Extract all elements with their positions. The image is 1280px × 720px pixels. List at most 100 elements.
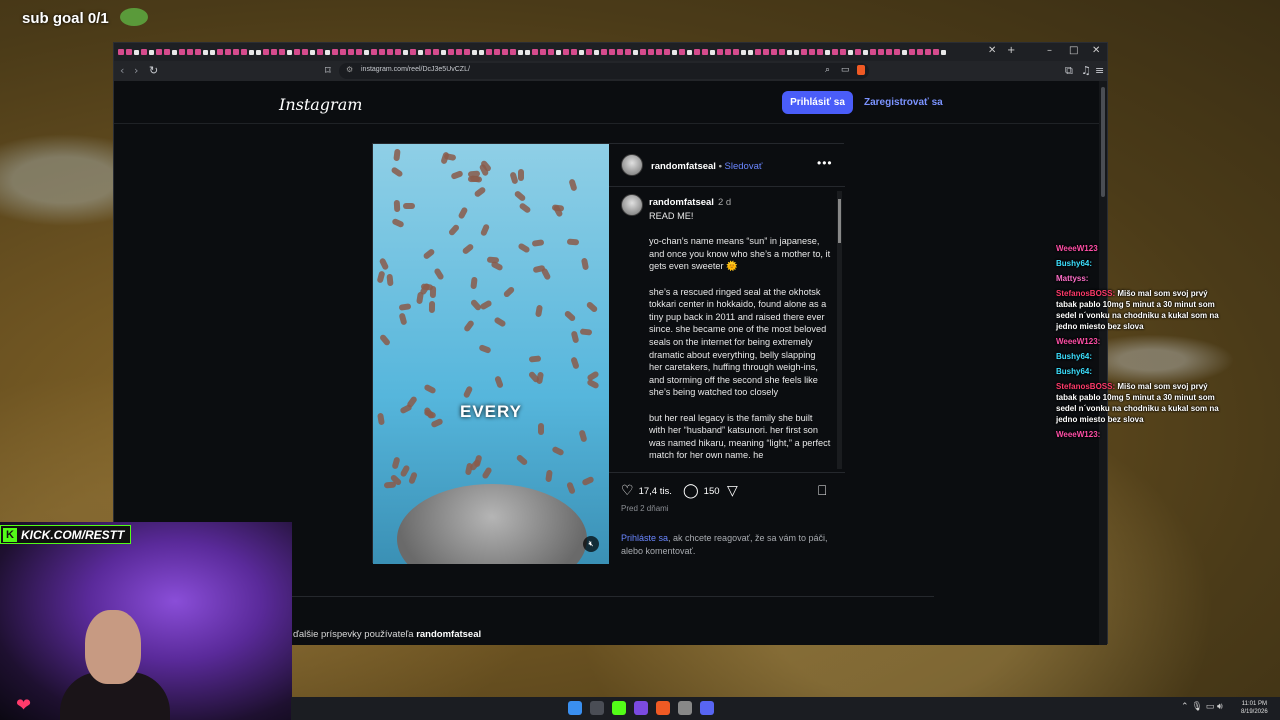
tab-favicon-icon[interactable] bbox=[571, 49, 577, 55]
extensions-icon[interactable]: ⧉ bbox=[1065, 64, 1073, 78]
new-tab-icon[interactable]: + bbox=[1007, 45, 1015, 56]
tab-favicon-icon[interactable] bbox=[902, 49, 907, 55]
tab-favicon-icon[interactable] bbox=[909, 49, 915, 55]
tab-favicon-icon[interactable] bbox=[403, 49, 408, 55]
tab-favicon-icon[interactable] bbox=[479, 49, 484, 55]
tab-favicon-icon[interactable] bbox=[379, 49, 385, 55]
tab-favicon-icon[interactable] bbox=[840, 49, 846, 55]
tab-favicon-icon[interactable] bbox=[748, 49, 753, 55]
brave-icon[interactable] bbox=[656, 701, 670, 715]
tab-favicon-icon[interactable] bbox=[410, 49, 416, 55]
tab-favicon-icon[interactable] bbox=[648, 49, 654, 55]
comment-action[interactable]: ◯ 150 bbox=[683, 484, 720, 498]
tab-favicon-icon[interactable] bbox=[486, 49, 492, 55]
avatar[interactable] bbox=[621, 154, 643, 176]
tab-favicon-icon[interactable] bbox=[179, 49, 185, 55]
obs-icon[interactable] bbox=[634, 701, 648, 715]
share-action[interactable]: ▽ bbox=[727, 484, 738, 498]
tab-favicon-icon[interactable] bbox=[817, 49, 823, 55]
tab-favicon-icon[interactable] bbox=[917, 49, 923, 55]
tab-favicon-icon[interactable] bbox=[518, 49, 523, 55]
tab-favicon-icon[interactable] bbox=[425, 49, 431, 55]
tab-favicon-icon[interactable] bbox=[494, 49, 500, 55]
instagram-logo[interactable]: Instagram bbox=[279, 95, 362, 114]
tab-favicon-icon[interactable] bbox=[418, 49, 423, 55]
menu-icon[interactable]: ≡ bbox=[1095, 64, 1104, 77]
tab-favicon-icon[interactable] bbox=[925, 49, 931, 55]
comment-author[interactable]: randomfatseal bbox=[649, 197, 714, 208]
tab-favicon-icon[interactable] bbox=[870, 49, 876, 55]
site-settings-icon[interactable]: ⚙ bbox=[346, 65, 353, 74]
tab-favicon-icon[interactable] bbox=[433, 49, 439, 55]
tab-favicon-icon[interactable] bbox=[563, 49, 569, 55]
reel-video[interactable]: EVERY 🔇︎ bbox=[373, 144, 609, 564]
tab-favicon-icon[interactable] bbox=[794, 49, 799, 55]
tab-favicon-icon[interactable] bbox=[364, 49, 369, 55]
tab-favicon-icon[interactable] bbox=[502, 49, 508, 55]
send-icon[interactable]: ▽ bbox=[727, 484, 738, 498]
more-posts-user[interactable]: randomfatseal bbox=[416, 629, 481, 640]
reader-mode-icon[interactable]: ▭ bbox=[841, 64, 850, 75]
tab-favicon-icon[interactable] bbox=[755, 49, 761, 55]
tab-favicon-icon[interactable] bbox=[725, 49, 731, 55]
tab-favicon-icon[interactable] bbox=[310, 49, 315, 55]
tab-favicon-icon[interactable] bbox=[164, 49, 170, 55]
tab-favicon-icon[interactable] bbox=[340, 49, 346, 55]
tab-favicon-icon[interactable] bbox=[586, 49, 592, 55]
tab-favicon-icon[interactable] bbox=[472, 49, 477, 55]
tab-favicon-icon[interactable] bbox=[687, 49, 692, 55]
start-icon[interactable] bbox=[568, 701, 582, 715]
tab-favicon-icon[interactable] bbox=[855, 49, 861, 55]
comment-bubble-icon[interactable]: ◯ bbox=[683, 484, 699, 498]
tab-favicon-icon[interactable] bbox=[710, 49, 715, 55]
tab-favicon-icon[interactable] bbox=[156, 49, 162, 55]
tab-favicon-icon[interactable] bbox=[878, 49, 884, 55]
more-options-icon[interactable]: ••• bbox=[817, 156, 833, 170]
comments-scrollbar[interactable] bbox=[837, 191, 842, 469]
tab-favicon-icon[interactable] bbox=[126, 49, 132, 55]
tab-favicon-icon[interactable] bbox=[395, 49, 401, 55]
close-window-button[interactable]: ✕ bbox=[1092, 45, 1100, 56]
tab-favicon-icon[interactable] bbox=[894, 49, 900, 55]
mute-button[interactable]: 🔇︎ bbox=[583, 536, 599, 552]
tab-favicon-icon[interactable] bbox=[225, 49, 231, 55]
heart-icon[interactable]: ♡ bbox=[621, 484, 634, 498]
discord-icon[interactable] bbox=[700, 701, 714, 715]
login-prompt-link[interactable]: Prihláste sa bbox=[621, 533, 668, 543]
tab-favicon-icon[interactable] bbox=[825, 49, 830, 55]
tab-favicon-icon[interactable] bbox=[933, 49, 939, 55]
tab-favicon-icon[interactable] bbox=[672, 49, 677, 55]
tab-favicon-icon[interactable] bbox=[609, 49, 615, 55]
tab-favicon-icon[interactable] bbox=[249, 49, 254, 55]
signup-link[interactable]: Zaregistrovať sa bbox=[864, 97, 943, 108]
tab-favicon-icon[interactable] bbox=[801, 49, 807, 55]
tab-favicon-icon[interactable] bbox=[741, 49, 746, 55]
tab-favicon-icon[interactable] bbox=[664, 49, 670, 55]
tab-favicon-icon[interactable] bbox=[594, 49, 599, 55]
tab-favicon-icon[interactable] bbox=[256, 49, 261, 55]
kick-app-icon[interactable] bbox=[612, 701, 626, 715]
tab-favicon-icon[interactable] bbox=[448, 49, 454, 55]
tab-favicon-icon[interactable] bbox=[540, 49, 546, 55]
tab-favicon-icon[interactable] bbox=[702, 49, 708, 55]
tab-favicon-icon[interactable] bbox=[195, 49, 201, 55]
tab-favicon-icon[interactable] bbox=[271, 49, 277, 55]
tab-favicon-icon[interactable] bbox=[302, 49, 308, 55]
like-action[interactable]: ♡ 17,4 tis. bbox=[621, 484, 672, 498]
tab-favicon-icon[interactable] bbox=[617, 49, 623, 55]
system-tray[interactable]: ⌃ 🎙︎ ▭ 🔊︎ bbox=[1181, 702, 1223, 712]
tab-favicon-icon[interactable] bbox=[287, 49, 292, 55]
tab-favicon-icon[interactable] bbox=[134, 49, 139, 55]
post-author-name[interactable]: randomfatseal bbox=[651, 161, 716, 172]
tab-favicon-icon[interactable] bbox=[532, 49, 538, 55]
tab-favicon-icon[interactable] bbox=[387, 49, 393, 55]
tab-favicon-icon[interactable] bbox=[149, 49, 154, 55]
tab-favicon-icon[interactable] bbox=[941, 49, 946, 55]
tab-favicon-icon[interactable] bbox=[787, 49, 792, 55]
tab-favicon-icon[interactable] bbox=[832, 49, 838, 55]
tab-favicon-icon[interactable] bbox=[325, 49, 330, 55]
tab-favicon-icon[interactable] bbox=[241, 49, 247, 55]
reload-icon[interactable]: ↻ bbox=[149, 64, 158, 77]
bookmark-icon[interactable]: ⌑ bbox=[325, 64, 331, 77]
tab-favicon-icon[interactable] bbox=[233, 49, 239, 55]
